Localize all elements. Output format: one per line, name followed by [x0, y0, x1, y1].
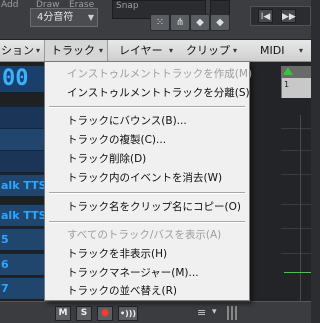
chevron-down-icon: ▾ [36, 46, 41, 55]
menu-midi[interactable]: MIDI [260, 40, 284, 61]
menu-item-show-all-tracks[interactable]: すべてのトラック/バスを表示(A) [45, 226, 249, 245]
menu-item-create-instrument-track[interactable]: インストゥルメントトラックを作成(M) [45, 65, 252, 84]
time-display: 00 [0, 66, 50, 92]
ruler-label: 1 [284, 80, 290, 89]
automation-line [284, 272, 311, 273]
menu-item-copy-track-name-to-clip[interactable]: トラック名をクリップ名にコピー(O) [45, 198, 249, 217]
bar-line [300, 115, 301, 301]
grid-line [281, 128, 311, 129]
add-label: Add [1, 0, 19, 10]
snap-label: Snap [116, 1, 139, 11]
chevron-down-icon: ▾ [299, 46, 304, 55]
track-row[interactable]: alk TTS [0, 174, 50, 196]
record-button[interactable]: ● [97, 306, 113, 321]
track-row[interactable] [0, 128, 50, 150]
diamond-icon-2[interactable]: ◆ [210, 14, 230, 31]
menu-item-split-instrument-track[interactable]: インストゥルメントトラックを分離(S) [45, 84, 250, 103]
chevron-down-icon[interactable]: ▾ [212, 307, 217, 317]
track-row[interactable] [0, 106, 50, 128]
menu-item-bounce-to-track[interactable]: トラックにバウンス(B)... [45, 112, 249, 131]
transport-panel: I◀ ▶▶ [250, 6, 311, 26]
list-icon[interactable]: ≡ [197, 306, 206, 319]
grid-line [281, 150, 311, 151]
toolbar: Add Draw Erase Snap 4分音符 ▼ ⁙ ⋔ ◆ ◆ I◀ ▶▶ [0, 0, 311, 40]
chevron-down-icon: ▾ [99, 46, 104, 55]
track-row[interactable]: 7 [0, 277, 50, 299]
menu-item-duplicate-track[interactable]: トラックの複製(C)... [45, 131, 249, 150]
menu-layer[interactable]: レイヤー [119, 40, 163, 61]
go-to-start-button[interactable]: I◀ [258, 9, 273, 23]
track-row[interactable]: 5 [0, 228, 50, 250]
dice-icon[interactable]: ⁙ [150, 14, 170, 31]
chevron-down-icon: ▾ [169, 46, 174, 55]
solo-button[interactable]: S [76, 306, 92, 321]
input-echo-button[interactable]: •))) [118, 306, 138, 321]
menu-clip[interactable]: クリップ [186, 40, 230, 61]
chevron-down-icon: ▼ [87, 13, 94, 22]
track-row[interactable]: alk TTS [0, 204, 50, 226]
playhead-marker-icon[interactable] [283, 67, 293, 75]
bottom-bar: M S ● •))) ≡ ▾ [0, 301, 311, 323]
menu-item-track-manager[interactable]: トラックマネージャー(M)... [45, 264, 249, 283]
meter-icon [227, 306, 237, 320]
diamond-icon[interactable]: ◆ [190, 14, 210, 31]
waveform-icon[interactable]: ⋔ [170, 14, 190, 31]
menu-item-wipe-track-events[interactable]: トラック内のイベントを消去(W) [45, 169, 249, 188]
grid-line [281, 204, 311, 205]
grid-line [281, 228, 311, 229]
grid-line [281, 253, 311, 254]
track-row[interactable] [0, 150, 50, 172]
menu-separator [49, 192, 245, 194]
menu-separator [49, 221, 245, 223]
menu-item-hide-track[interactable]: トラックを非表示(H) [45, 245, 249, 264]
quantize-dropdown[interactable]: 4分音符 ▼ [30, 8, 98, 27]
quantize-value: 4分音符 [37, 12, 74, 23]
menu-options[interactable]: ション [1, 40, 34, 61]
grid-line [281, 174, 311, 175]
chevron-down-icon: ▾ [233, 46, 238, 55]
fast-forward-button[interactable]: ▶▶ [281, 9, 296, 23]
track-row[interactable]: 6 [0, 253, 50, 275]
menu-separator [49, 106, 245, 108]
mute-button[interactable]: M [55, 306, 71, 321]
menu-item-sort-tracks[interactable]: トラックの並べ替え(R) [45, 282, 249, 301]
menu-item-delete-track[interactable]: トラック削除(D) [45, 150, 249, 169]
menu-bar: ション ▾ トラック ▾ レイヤー ▾ クリップ ▾ MIDI ▾ [0, 40, 311, 62]
track-menu-dropdown: インストゥルメントトラックを作成(M) インストゥルメントトラックを分離(S) … [44, 61, 252, 301]
